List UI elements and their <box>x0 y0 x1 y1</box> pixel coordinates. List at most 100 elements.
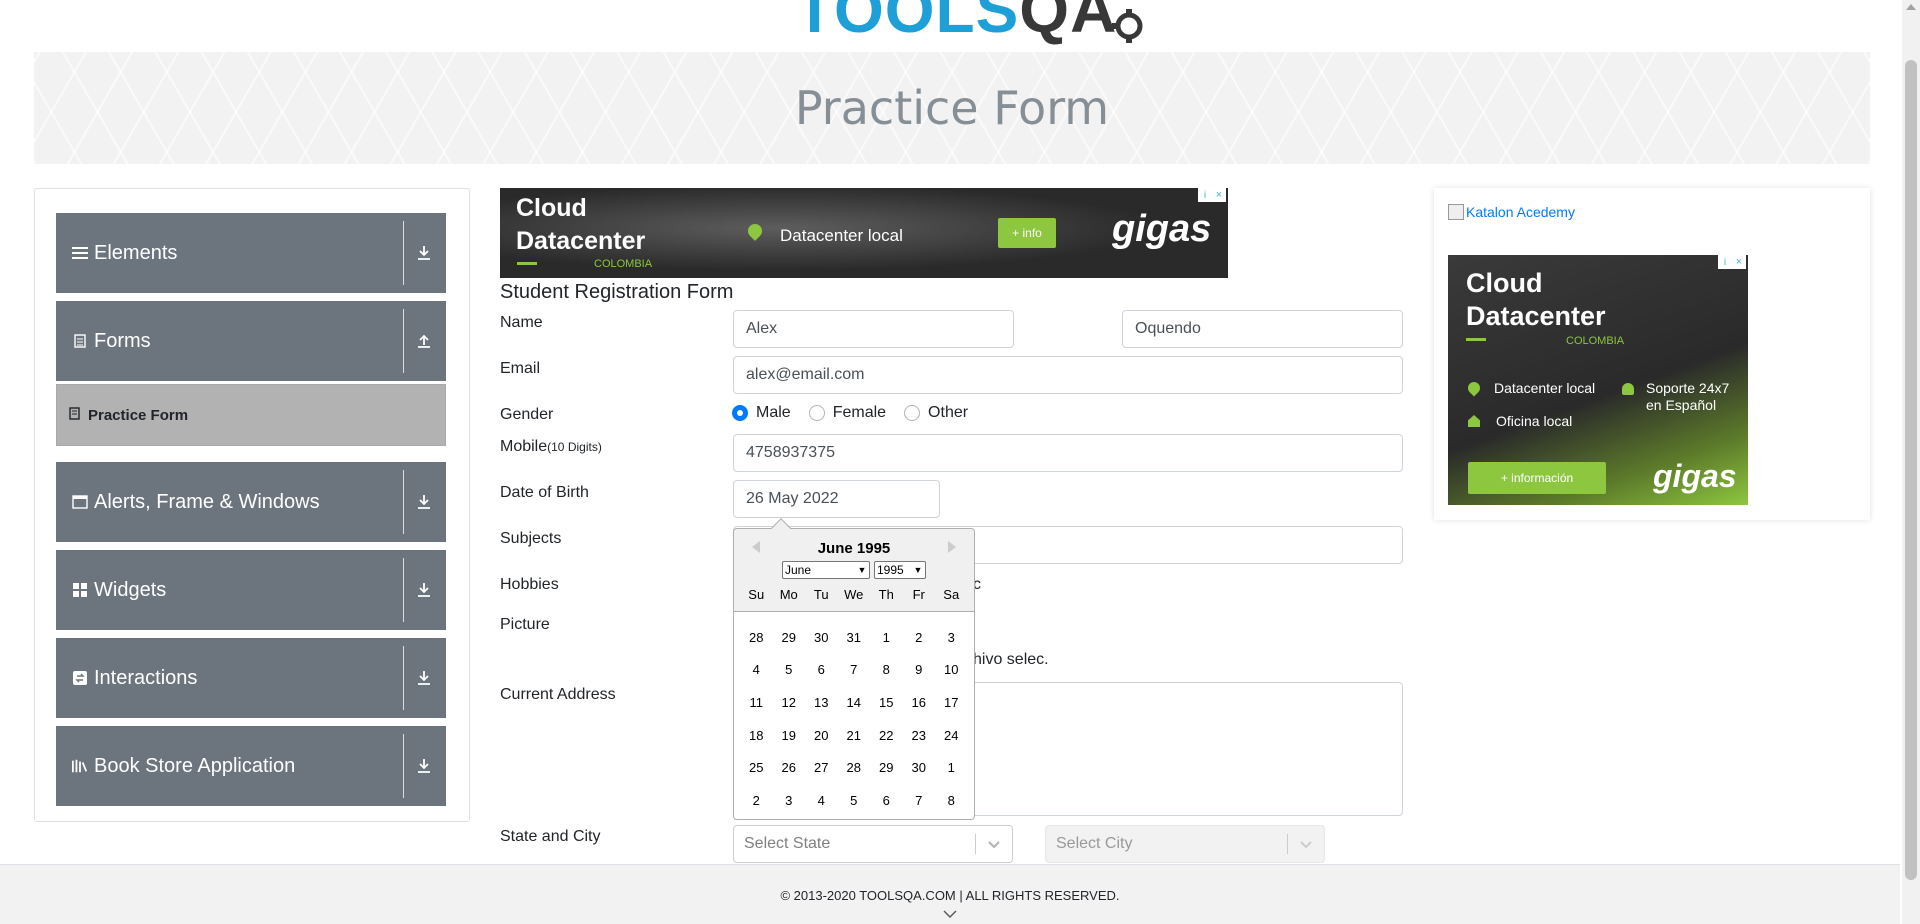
calendar-day[interactable]: 25 <box>740 760 773 775</box>
state-select[interactable]: Select State <box>733 825 1013 863</box>
sidebar-group-label: Forms <box>94 329 151 352</box>
calendar-day[interactable]: 2 <box>903 630 936 645</box>
calendar-day[interactable]: 21 <box>838 728 871 743</box>
ad-title-line: Cloud <box>1466 268 1543 298</box>
sidebar-item-practice-form[interactable]: Practice Form <box>56 384 446 446</box>
sidebar-group-elements[interactable]: Elements <box>56 213 446 293</box>
calendar-day[interactable]: 19 <box>773 728 806 743</box>
calendar-day[interactable]: 20 <box>805 728 838 743</box>
ad-brand-logo: gigas <box>1653 458 1737 494</box>
calendar-day[interactable]: 16 <box>903 695 936 710</box>
month-select[interactable]: June ▼ <box>782 561 870 579</box>
sidebar-group-forms[interactable]: Forms <box>56 301 446 381</box>
sidebar-group-alerts[interactable]: Alerts, Frame & Windows <box>56 462 446 542</box>
scroll-up-arrow-icon[interactable] <box>1906 4 1916 10</box>
gender-other-radio[interactable]: Other <box>904 404 968 422</box>
calendar-day[interactable]: 5 <box>838 793 871 808</box>
sidebar-group-book-store[interactable]: Book Store Application <box>56 726 446 806</box>
calendar-day[interactable]: 23 <box>903 728 936 743</box>
calendar-day[interactable]: 1 <box>870 630 903 645</box>
year-select[interactable]: 1995 ▼ <box>874 561 926 579</box>
calendar-day[interactable]: 13 <box>805 695 838 710</box>
ad-title: Cloud Datacenter <box>516 192 645 258</box>
city-select[interactable]: Select City <box>1045 825 1325 863</box>
download-arrow-icon[interactable] <box>414 726 434 806</box>
download-arrow-icon[interactable] <box>414 213 434 293</box>
calendar-day[interactable]: 15 <box>870 695 903 710</box>
calendar-day[interactable]: 3 <box>773 793 806 808</box>
chevron-down-icon[interactable] <box>943 907 957 921</box>
gear-icon <box>1112 9 1143 43</box>
mobile-hint: (10 Digits) <box>547 440 602 454</box>
ad-info-button[interactable]: + info <box>998 218 1056 248</box>
first-name-input[interactable]: Alex <box>733 310 1014 348</box>
page-scrollbar[interactable] <box>1902 0 1920 924</box>
datepicker-header: June 1995 June ▼ 1995 ▼ Su Mo Tu We Th Fr … <box>734 529 974 612</box>
mobile-label-text: Mobile <box>500 438 548 455</box>
calendar-day[interactable]: 3 <box>935 630 968 645</box>
calendar-day[interactable]: 26 <box>773 760 806 775</box>
calendar-day[interactable]: 9 <box>903 662 936 677</box>
scrollbar-thumb[interactable] <box>1905 60 1917 880</box>
sidebar-group-interactions[interactable]: Interactions <box>56 638 446 718</box>
divider <box>403 558 404 622</box>
calendar-day[interactable]: 30 <box>805 630 838 645</box>
sidebar-group-label: Elements <box>94 241 178 264</box>
close-icon[interactable]: × <box>1732 255 1746 269</box>
calendar-day[interactable]: 7 <box>903 793 936 808</box>
calendar-day[interactable]: 18 <box>740 728 773 743</box>
ad-more-info-button[interactable]: + información <box>1468 462 1606 494</box>
mobile-input[interactable]: 4758937375 <box>733 434 1403 472</box>
calendar-day[interactable]: 31 <box>838 630 871 645</box>
ad-country: COLOMBIA <box>1566 335 1625 347</box>
calendar-day[interactable]: 11 <box>740 695 773 710</box>
calendar-day[interactable]: 4 <box>805 793 838 808</box>
calendar-day[interactable]: 8 <box>935 793 968 808</box>
close-icon[interactable]: × <box>1212 188 1226 202</box>
email-input[interactable]: alex@email.com <box>733 356 1403 394</box>
calendar-day[interactable]: 7 <box>838 662 871 677</box>
divider <box>403 470 404 534</box>
calendar-day[interactable]: 6 <box>805 662 838 677</box>
calendar-day[interactable]: 28 <box>838 760 871 775</box>
last-name-input[interactable]: Oquendo <box>1122 310 1403 348</box>
download-arrow-icon[interactable] <box>414 550 434 630</box>
ad-banner-right[interactable]: Cloud Datacenter COLOMBIA Datacenter loc… <box>1448 255 1748 505</box>
calendar-day[interactable]: 12 <box>773 695 806 710</box>
calendar-day[interactable]: 24 <box>935 728 968 743</box>
adchoices-icon[interactable]: i <box>1718 255 1732 269</box>
calendar-day[interactable]: 5 <box>773 662 806 677</box>
calendar-day[interactable]: 30 <box>903 760 936 775</box>
upload-arrow-icon[interactable] <box>414 301 434 381</box>
calendar-day[interactable]: 10 <box>935 662 968 677</box>
radio-label: Other <box>928 404 969 421</box>
radio-label: Male <box>756 404 791 421</box>
sidebar-group-widgets[interactable]: Widgets <box>56 550 446 630</box>
gender-female-radio[interactable]: Female <box>808 404 886 422</box>
calendar-day[interactable]: 29 <box>773 630 806 645</box>
download-arrow-icon[interactable] <box>414 638 434 718</box>
toolsqa-logo[interactable]: TOOLSQA <box>795 0 1149 43</box>
calendar-day[interactable]: 8 <box>870 662 903 677</box>
dob-input[interactable]: 26 May 2022 <box>733 480 940 518</box>
calendar-day[interactable]: 17 <box>935 695 968 710</box>
divider <box>403 646 404 710</box>
sidebar-group-label: Interactions <box>94 666 198 689</box>
calendar-day[interactable]: 29 <box>870 760 903 775</box>
calendar-day[interactable]: 14 <box>838 695 871 710</box>
calendar-day[interactable]: 6 <box>870 793 903 808</box>
calendar-week: 2 3 4 5 6 7 8 <box>740 784 968 817</box>
katalon-academy-image[interactable]: Katalon Acedemy <box>1448 204 1575 220</box>
calendar-day[interactable]: 28 <box>740 630 773 645</box>
calendar-day[interactable]: 1 <box>935 760 968 775</box>
ad-banner-top[interactable]: Cloud Datacenter COLOMBIA Datacenter loc… <box>500 188 1228 278</box>
mobile-label: Mobile(10 Digits) <box>500 438 602 456</box>
adchoices-icon[interactable]: i <box>1198 188 1212 202</box>
radio-checked <box>732 405 748 421</box>
gender-male-radio[interactable]: Male <box>732 404 791 422</box>
calendar-day[interactable]: 2 <box>740 793 773 808</box>
calendar-day[interactable]: 22 <box>870 728 903 743</box>
download-arrow-icon[interactable] <box>414 462 434 542</box>
calendar-day[interactable]: 4 <box>740 662 773 677</box>
calendar-day[interactable]: 27 <box>805 760 838 775</box>
